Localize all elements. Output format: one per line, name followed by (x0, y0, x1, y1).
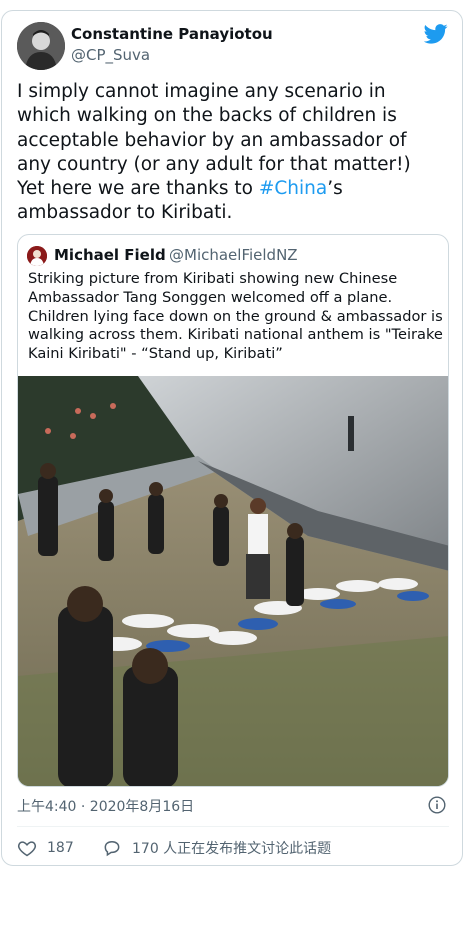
quoted-photo[interactable] (18, 376, 448, 786)
tweet-text: I simply cannot imagine any scenario in … (17, 80, 442, 226)
twitter-bird-icon[interactable] (423, 24, 448, 44)
tweet-timestamp[interactable]: 上午4:40 · 2020年8月16日 (17, 796, 194, 816)
quoted-text: Striking picture from Kiribati showing n… (28, 270, 443, 363)
divider (17, 826, 449, 827)
like-count: 187 (47, 840, 74, 856)
tweet-card[interactable]: Constantine Panayiotou @CP_Suva I simply… (1, 10, 463, 866)
reply-label: 170 人正在发布推文讨论此话题 (132, 841, 332, 857)
hashtag-link[interactable]: #China (259, 178, 327, 199)
author-avatar[interactable] (17, 22, 65, 70)
quoted-author-name[interactable]: Michael Field (54, 246, 166, 264)
tweet-text-part: I simply cannot imagine any scenario in … (17, 81, 411, 200)
quoted-author-avatar[interactable] (27, 246, 47, 266)
info-icon[interactable] (428, 796, 446, 814)
author-name[interactable]: Constantine Panayiotou (71, 25, 273, 43)
speech-bubble-icon (104, 840, 120, 857)
reply-button[interactable]: 170 人正在发布推文讨论此话题 (102, 838, 331, 858)
author-handle[interactable]: @CP_Suva (71, 46, 150, 64)
like-button[interactable]: 187 (17, 838, 74, 858)
quoted-author-handle[interactable]: @MichaelFieldNZ (169, 246, 298, 264)
quoted-tweet[interactable]: Michael Field @MichaelFieldNZ Striking p… (17, 234, 449, 787)
heart-icon (17, 841, 37, 857)
